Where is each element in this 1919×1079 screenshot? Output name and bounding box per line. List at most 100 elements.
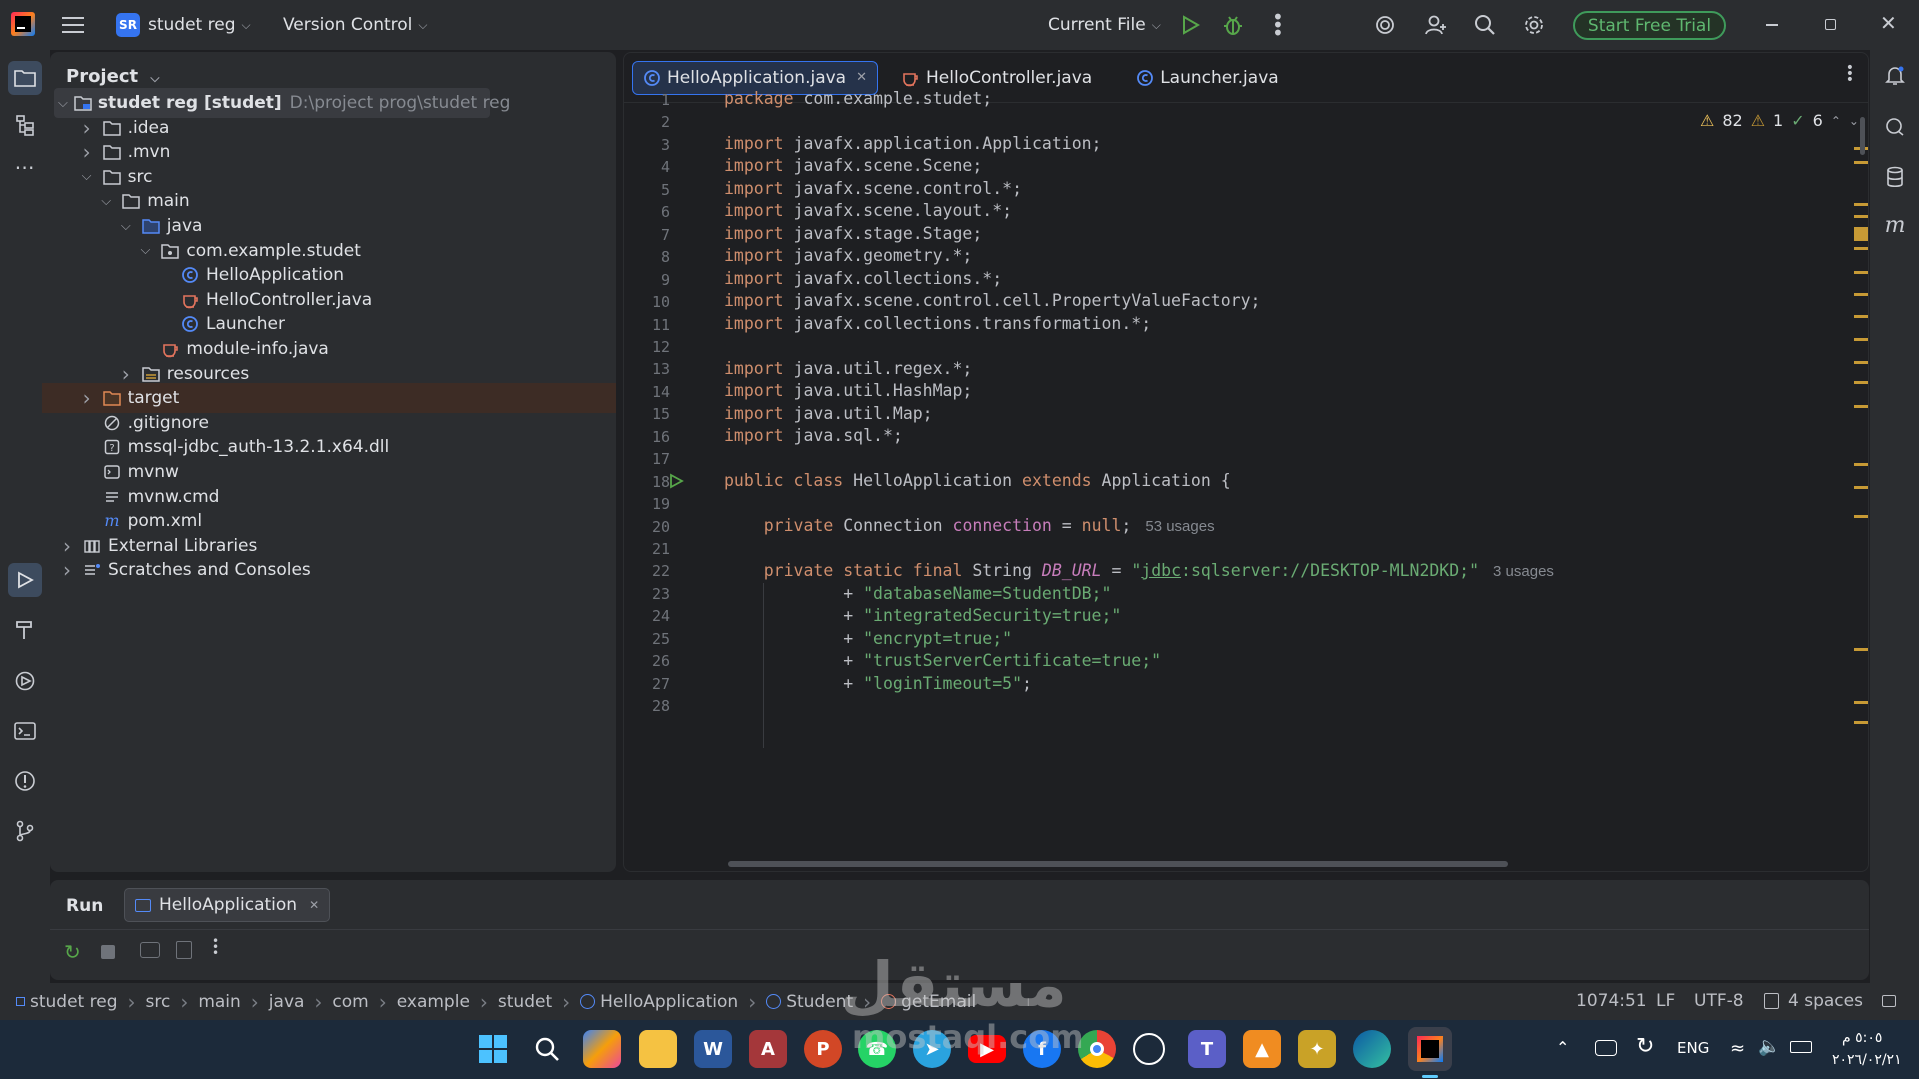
lock-icon[interactable] (1882, 995, 1896, 1007)
chevron-down-icon[interactable]: ⌵ (117, 219, 135, 234)
chevron-down-icon[interactable]: ⌵ (97, 194, 115, 209)
indent-setting[interactable]: 4 spaces (1788, 991, 1863, 1011)
chevron-down-icon[interactable]: ⌵ (78, 169, 96, 184)
debug-icon[interactable] (1222, 14, 1244, 36)
breadcrumb-item[interactable]: studet (498, 992, 552, 1012)
camera-icon[interactable] (140, 942, 160, 958)
show-hidden-icons-icon[interactable]: ⌃ (1556, 1038, 1569, 1057)
app-orange-icon[interactable]: ▲ (1243, 1030, 1281, 1068)
tab-label: HelloApplication.java (667, 67, 847, 88)
git-tool-icon[interactable] (10, 816, 40, 846)
tab-options-icon[interactable]: • • • (1846, 61, 1854, 87)
caret-position[interactable]: 1074:51 (1576, 991, 1647, 1011)
copilot-icon[interactable] (583, 1030, 621, 1068)
breadcrumb-item[interactable]: src (145, 992, 170, 1012)
start-free-trial-button[interactable]: Start Free Trial (1573, 11, 1726, 40)
search-icon[interactable] (528, 1030, 566, 1068)
chevron-down-icon[interactable]: ⌵ (58, 96, 68, 111)
problems-tool-icon[interactable] (10, 766, 40, 796)
error-stripe[interactable] (1854, 143, 1868, 743)
database-icon[interactable] (1880, 162, 1910, 192)
battery-icon[interactable] (1790, 1041, 1812, 1053)
volume-icon[interactable]: 🔈 (1758, 1036, 1780, 1057)
run-icon[interactable] (1180, 15, 1200, 35)
chevron-down-icon[interactable]: ⌄ (1849, 114, 1859, 128)
tree-item[interactable]: › Scratches and Consoles (58, 555, 311, 585)
project-switcher[interactable]: SR studet reg ⌵ (116, 0, 251, 50)
intellij-taskbar-icon[interactable] (1408, 1027, 1452, 1071)
project-tool-icon[interactable] (8, 61, 42, 95)
usages-hint[interactable]: 53 usages (1145, 518, 1214, 535)
breadcrumb-item[interactable]: com (332, 992, 368, 1012)
build-tool-icon[interactable] (10, 615, 40, 645)
chevron-right-icon[interactable]: › (78, 140, 96, 164)
more-tools-icon[interactable]: ⋯ (10, 152, 40, 182)
app-tools-icon[interactable]: ✦ (1298, 1030, 1336, 1068)
main-menu-icon[interactable] (62, 15, 84, 35)
breadcrumb-item[interactable]: java (269, 992, 305, 1012)
close-window-icon[interactable]: ✕ (1880, 11, 1897, 35)
ai-chat-icon[interactable] (1880, 112, 1910, 142)
chevron-right-icon[interactable]: › (58, 534, 76, 558)
terminal-tool-icon[interactable] (10, 716, 40, 746)
gear-icon[interactable] (1523, 14, 1545, 36)
chevron-right-icon[interactable]: › (78, 386, 96, 410)
chatgpt-icon[interactable] (1133, 1033, 1165, 1065)
search-icon[interactable] (1474, 14, 1496, 36)
input-language[interactable]: ENG (1677, 1039, 1709, 1057)
ai-assistant-icon[interactable] (1374, 14, 1396, 36)
wifi-icon[interactable]: ≈ (1730, 1038, 1745, 1059)
sync-icon[interactable]: ↻ (1636, 1034, 1654, 1059)
windows-start-icon[interactable] (474, 1030, 512, 1068)
access-icon[interactable]: A (749, 1030, 787, 1068)
run-tool-icon[interactable] (8, 563, 42, 597)
structure-tool-icon[interactable] (10, 110, 40, 140)
word-icon[interactable]: W (694, 1030, 732, 1068)
powerpoint-icon[interactable]: P (804, 1030, 842, 1068)
breadcrumb-item[interactable]: studet reg (16, 992, 117, 1012)
minimize-icon[interactable] (1766, 24, 1778, 26)
teams-icon[interactable]: T (1188, 1030, 1226, 1068)
close-tab-icon[interactable]: ✕ (309, 898, 319, 912)
services-tool-icon[interactable] (10, 666, 40, 696)
notifications-icon[interactable] (1880, 61, 1910, 91)
horizontal-scrollbar-thumb[interactable] (728, 861, 1508, 867)
close-tab-icon[interactable]: ✕ (856, 70, 867, 85)
file-explorer-icon[interactable] (639, 1030, 677, 1068)
usages-hint[interactable]: 3 usages (1493, 563, 1554, 580)
run-tab-hello-application[interactable]: HelloApplication ✕ (124, 888, 331, 922)
run-gutter-icon[interactable] (668, 473, 684, 489)
chevron-right-icon[interactable]: › (58, 558, 76, 582)
add-user-icon[interactable] (1424, 13, 1448, 37)
version-control-menu[interactable]: Version Control ⌵ (283, 0, 427, 50)
clock-time[interactable]: ٥:٠٥ م (1842, 1030, 1882, 1046)
more-actions-icon[interactable]: • • • (212, 935, 219, 959)
stop-icon[interactable] (101, 945, 115, 959)
file-encoding[interactable]: UTF-8 (1694, 991, 1744, 1011)
onedrive-icon[interactable] (1595, 1040, 1617, 1056)
edge-icon[interactable] (1353, 1030, 1391, 1068)
vertical-scrollbar-thumb[interactable] (1860, 117, 1865, 155)
chrome-icon[interactable] (1078, 1030, 1116, 1068)
chevron-right-icon[interactable]: › (78, 116, 96, 140)
line-separator[interactable]: LF (1656, 991, 1675, 1011)
more-actions-icon[interactable]: • • • (1272, 7, 1284, 43)
breadcrumb-item[interactable]: main (198, 992, 240, 1012)
run-config-selector[interactable]: Current File ⌵ (1048, 0, 1161, 50)
tree-item-label: mssql-jdbc_auth-13.2.1.x64.dll (127, 437, 390, 458)
chevron-up-icon[interactable]: ⌃ (1831, 114, 1841, 128)
maven-icon[interactable]: m (1880, 210, 1910, 240)
rerun-icon[interactable]: ↻ (64, 940, 81, 964)
restore-icon[interactable] (1825, 19, 1836, 30)
breadcrumb-item[interactable]: HelloApplication (580, 992, 738, 1012)
inspection-widget[interactable]: ⚠ 82 ⚠ 1 ✓ 6 ⌃ ⌄ (1700, 111, 1868, 130)
folder-icon (102, 143, 122, 161)
exit-icon[interactable] (176, 941, 192, 959)
code-editor[interactable]: HelloApplication.java ✕ HelloController.… (623, 52, 1869, 872)
clock-date[interactable]: ٢٠٢٦/٠٢/٢١ (1832, 1052, 1902, 1068)
project-panel-title[interactable]: Project ⌵ (66, 66, 159, 87)
breadcrumb-item[interactable]: example (397, 992, 470, 1012)
chevron-right-icon[interactable]: › (117, 362, 135, 386)
chevron-down-icon[interactable]: ⌵ (136, 243, 154, 258)
tab-launcher[interactable]: Launcher.java (1126, 61, 1288, 95)
